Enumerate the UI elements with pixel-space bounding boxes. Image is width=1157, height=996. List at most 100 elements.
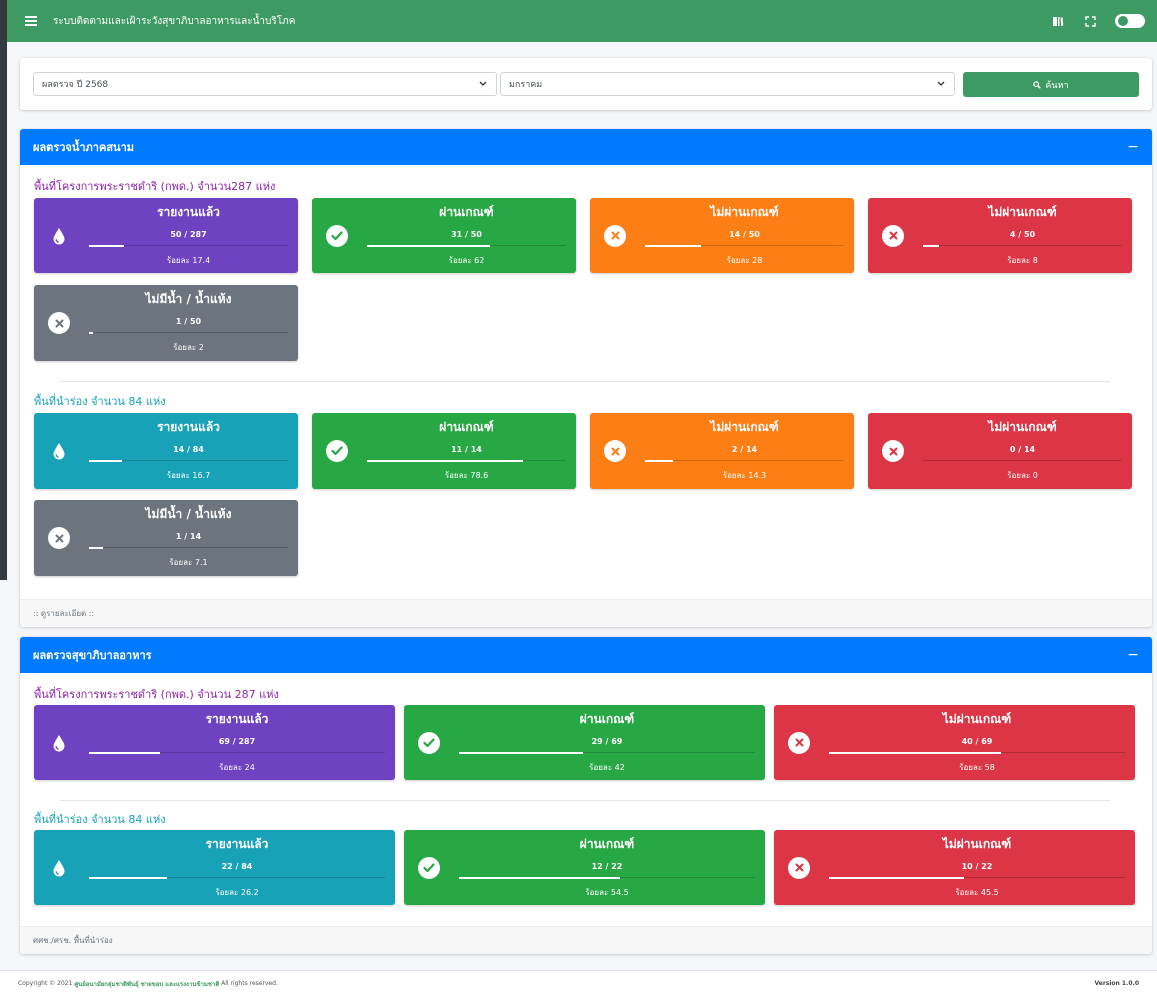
stat-box-gray[interactable]: ไม่มีน้ำ / น้ำแห้ง 1 / 14 ร้อยละ 7.1 bbox=[34, 500, 298, 576]
chevron-down-icon bbox=[936, 79, 946, 89]
stat-box-purple[interactable]: รายงานแล้ว 69 / 287 ร้อยละ 24 bbox=[34, 705, 395, 780]
group-title: พื้นที่นำร่อง จำนวน 84 แห่ง bbox=[34, 813, 166, 826]
group-title: พื้นที่โครงการพระราชดำริ (กพด.) จำนวน 28… bbox=[34, 688, 279, 701]
search-icon bbox=[1033, 80, 1042, 89]
x-icon bbox=[882, 440, 904, 462]
stat-box-green[interactable]: ผ่านเกณฑ์ 29 / 69 ร้อยละ 42 bbox=[404, 705, 765, 780]
food-card-header: ผลตรวจสุขาภิบาลอาหาร − bbox=[20, 637, 1152, 673]
book-icon[interactable] bbox=[1051, 14, 1065, 28]
stat-box-teal[interactable]: รายงานแล้ว 22 / 84 ร้อยละ 26.2 bbox=[34, 830, 395, 905]
stat-percent: ร้อยละ 7.1 bbox=[169, 558, 208, 567]
rights-text: All rights reserved. bbox=[221, 980, 278, 987]
month-select-value: มกราคม bbox=[509, 80, 543, 90]
stat-box-orange[interactable]: ไม่ผ่านเกณฑ์ 14 / 50 ร้อยละ 28 bbox=[590, 198, 854, 273]
water-card-header: ผลตรวจน้ำภาคสนาม − bbox=[20, 129, 1152, 165]
x-icon bbox=[788, 731, 810, 754]
stat-count: 1 / 14 bbox=[175, 532, 202, 541]
stat-count: 14 / 50 bbox=[729, 230, 760, 239]
check-icon bbox=[326, 440, 348, 462]
progress-fill bbox=[459, 876, 621, 879]
progress-fill bbox=[645, 459, 674, 462]
month-select[interactable]: มกราคม bbox=[500, 72, 955, 96]
progress-fill bbox=[89, 244, 124, 247]
copyright-text: Copyright © 2021 bbox=[18, 980, 73, 987]
stat-box-orange[interactable]: ไม่ผ่านเกณฑ์ 2 / 14 ร้อยละ 14.3 bbox=[590, 413, 854, 489]
progress-track bbox=[89, 459, 288, 462]
year-select-value: ผลตรวจ ปี 2568 bbox=[42, 80, 109, 90]
stat-count: 11 / 14 bbox=[451, 445, 482, 454]
stat-count: 14 / 84 bbox=[173, 445, 204, 454]
water-drop-icon bbox=[48, 440, 70, 462]
chevron-down-icon bbox=[478, 79, 488, 89]
progress-fill bbox=[89, 459, 123, 462]
stat-box-gray[interactable]: ไม่มีน้ำ / น้ำแห้ง 1 / 50 ร้อยละ 2 bbox=[34, 285, 298, 361]
stat-percent: ร้อยละ 14.3 bbox=[722, 471, 767, 480]
stat-count: 50 / 287 bbox=[170, 230, 207, 239]
stat-percent: ร้อยละ 45.5 bbox=[955, 888, 999, 897]
x-icon bbox=[882, 224, 904, 247]
org-link[interactable]: ศูนย์อนามัยกลุ่มชาติพันธุ์ ชายขอบ และแรง… bbox=[74, 979, 219, 989]
stat-percent: ร้อยละ 62 bbox=[448, 256, 485, 265]
menu-button[interactable] bbox=[19, 0, 43, 42]
stat-box-red[interactable]: ไม่ผ่านเกณฑ์ 4 / 50 ร้อยละ 8 bbox=[868, 198, 1132, 273]
stat-count: 0 / 14 bbox=[1009, 445, 1036, 454]
stat-count: 31 / 50 bbox=[451, 230, 482, 239]
stat-box-green[interactable]: ผ่านเกณฑ์ 11 / 14 ร้อยละ 78.6 bbox=[312, 413, 576, 489]
progress-fill bbox=[645, 244, 701, 247]
check-icon bbox=[326, 224, 348, 247]
year-select[interactable]: ผลตรวจ ปี 2568 bbox=[33, 72, 497, 96]
progress-track bbox=[89, 546, 288, 549]
stat-box-teal[interactable]: รายงานแล้ว 14 / 84 ร้อยละ 16.7 bbox=[34, 413, 298, 489]
collapse-button[interactable]: − bbox=[1127, 647, 1139, 663]
check-icon bbox=[418, 731, 440, 754]
stat-box-red[interactable]: ไม่ผ่านเกณฑ์ 0 / 14 ร้อยละ 0 bbox=[868, 413, 1132, 489]
stat-box-green[interactable]: ผ่านเกณฑ์ 31 / 50 ร้อยละ 62 bbox=[312, 198, 576, 273]
stat-box-green[interactable]: ผ่านเกณฑ์ 12 / 22 ร้อยละ 54.5 bbox=[404, 830, 765, 905]
food-card-title: ผลตรวจสุขาภิบาลอาหาร bbox=[33, 649, 152, 662]
stat-count: 2 / 14 bbox=[731, 445, 758, 454]
fullscreen-icon[interactable] bbox=[1083, 14, 1097, 28]
progress-track bbox=[645, 459, 844, 462]
x-icon bbox=[604, 224, 626, 247]
stat-count: 40 / 69 bbox=[961, 737, 993, 746]
progress-fill bbox=[89, 876, 167, 879]
theme-toggle[interactable] bbox=[1115, 14, 1145, 28]
progress-track bbox=[89, 331, 288, 334]
stat-label: รายงานแล้ว bbox=[205, 712, 269, 726]
stat-label: ไม่ผ่านเกณฑ์ bbox=[710, 420, 779, 434]
x-icon bbox=[604, 440, 626, 462]
page-footer: Copyright © 2021 ศูนย์อนามัยกลุ่มชาติพัน… bbox=[0, 970, 1157, 996]
stat-label: ไม่ผ่านเกณฑ์ bbox=[710, 205, 779, 219]
stat-label: รายงานแล้ว bbox=[157, 205, 220, 219]
water-card-footer[interactable]: :: ดูรายละเอียด :: bbox=[20, 599, 1152, 627]
progress-track bbox=[89, 876, 385, 879]
stat-percent: ร้อยละ 24 bbox=[219, 763, 255, 772]
stat-box-red[interactable]: ไม่ผ่านเกณฑ์ 40 / 69 ร้อยละ 58 bbox=[774, 705, 1135, 780]
stat-percent: ร้อยละ 58 bbox=[959, 763, 995, 772]
details-link[interactable]: :: ดูรายละเอียด :: bbox=[33, 607, 94, 620]
stat-count: 12 / 22 bbox=[591, 862, 623, 871]
app-title: ระบบติดตามและเฝ้าระวังสุขาภิบาลอาหารและน… bbox=[53, 15, 296, 27]
progress-track bbox=[367, 459, 566, 462]
stat-box-purple[interactable]: รายงานแล้ว 50 / 287 ร้อยละ 17.4 bbox=[34, 198, 298, 273]
stat-count: 69 / 287 bbox=[218, 737, 256, 746]
menu-icon bbox=[25, 16, 37, 26]
food-card-footer: ศศช./ศรช. พื้นที่นำร่อง bbox=[20, 926, 1152, 954]
stat-percent: ร้อยละ 78.6 bbox=[444, 471, 489, 480]
stat-label: ผ่านเกณฑ์ bbox=[439, 205, 494, 219]
water-card-title: ผลตรวจน้ำภาคสนาม bbox=[33, 141, 135, 154]
search-button[interactable]: ค้นหา bbox=[963, 72, 1139, 97]
stat-label: ไม่ผ่านเกณฑ์ bbox=[942, 837, 1012, 851]
progress-track bbox=[829, 751, 1125, 754]
progress-track bbox=[645, 244, 844, 247]
stat-percent: ร้อยละ 28 bbox=[726, 256, 763, 265]
sidebar-edge bbox=[0, 0, 7, 580]
collapse-button[interactable]: − bbox=[1127, 139, 1139, 155]
group-divider bbox=[60, 800, 1110, 801]
version-text: Version 1.0.0 bbox=[1094, 980, 1139, 987]
progress-fill bbox=[459, 751, 584, 754]
stat-box-red[interactable]: ไม่ผ่านเกณฑ์ 10 / 22 ร้อยละ 45.5 bbox=[774, 830, 1135, 905]
progress-track bbox=[459, 876, 755, 879]
water-drop-icon bbox=[48, 857, 70, 879]
toggle-knob bbox=[1118, 16, 1128, 26]
